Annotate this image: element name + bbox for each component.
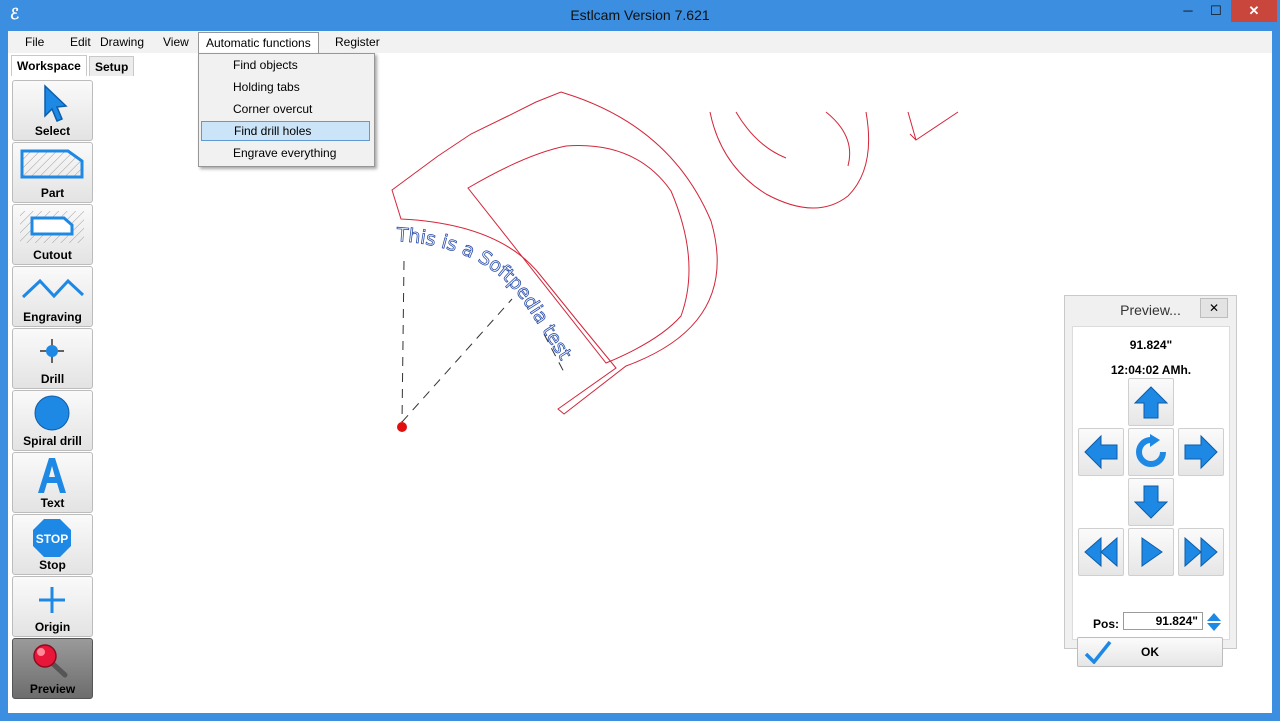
tool-stop-button[interactable]: STOP Stop xyxy=(12,514,93,575)
tool-engraving-button[interactable]: Engraving xyxy=(12,266,93,327)
tool-panel: Select Part Cutout Engraving Drill Spira… xyxy=(8,76,96,713)
menu-register[interactable]: Register xyxy=(328,31,387,53)
preview-distance: 91.824" xyxy=(1129,338,1173,352)
tool-spiral-drill-button[interactable]: Spiral drill xyxy=(12,390,93,451)
text-a-icon xyxy=(38,458,66,493)
engraving-zigzag-icon xyxy=(21,278,84,299)
menu-drawing[interactable]: Drawing xyxy=(93,31,151,53)
window-title: Estlcam Version 7.621 xyxy=(570,7,710,23)
close-button[interactable]: ✕ xyxy=(1231,0,1277,22)
menuitem-find-objects[interactable]: Find objects xyxy=(201,55,370,75)
dashed-guide-vertical xyxy=(401,260,405,423)
part-icon xyxy=(20,149,84,179)
move-down-button[interactable] xyxy=(1128,478,1174,526)
pos-label: Pos: xyxy=(1093,617,1120,631)
letter-fragment-contour xyxy=(907,111,959,141)
play-icon xyxy=(1141,537,1163,567)
letter-e-contour xyxy=(709,111,870,209)
ok-label: OK xyxy=(1141,645,1159,659)
menu-bar: File Edit Drawing View Automatic functio… xyxy=(8,31,1272,54)
play-button[interactable] xyxy=(1128,528,1174,576)
tool-select-button[interactable]: Select xyxy=(12,80,93,141)
tool-preview-button[interactable]: Preview xyxy=(12,638,93,699)
preview-close-button[interactable]: ✕ xyxy=(1200,298,1228,318)
menuitem-corner-overcut[interactable]: Corner overcut xyxy=(201,99,370,119)
minimize-button[interactable]: ─ xyxy=(1174,0,1202,22)
spiral-drill-circle-icon xyxy=(34,395,70,431)
tab-workspace[interactable]: Workspace xyxy=(11,55,87,77)
tool-label: Stop xyxy=(39,558,66,572)
stop-sign-icon: STOP xyxy=(33,519,71,557)
origin-plus-icon xyxy=(39,587,65,613)
tool-text-button[interactable]: Text xyxy=(12,452,93,513)
pos-input[interactable] xyxy=(1123,612,1203,630)
magnifier-icon xyxy=(33,644,68,678)
rewind-button[interactable] xyxy=(1078,528,1124,576)
move-right-button[interactable] xyxy=(1178,428,1224,476)
menuitem-holding-tabs[interactable]: Holding tabs xyxy=(201,77,370,97)
drill-crosshair-icon xyxy=(40,339,64,363)
menuitem-engrave-everything[interactable]: Engrave everything xyxy=(201,143,370,163)
tool-label: Preview xyxy=(29,682,76,696)
maximize-button[interactable]: ☐ xyxy=(1202,0,1230,22)
tool-label: Drill xyxy=(40,372,65,386)
cutout-icon xyxy=(20,211,84,243)
tab-setup[interactable]: Setup xyxy=(89,56,135,78)
ok-button[interactable]: OK xyxy=(1077,637,1223,667)
move-left-button[interactable] xyxy=(1078,428,1124,476)
tool-label: Spiral drill xyxy=(23,434,82,448)
tool-label: Select xyxy=(34,124,71,138)
tool-label: Part xyxy=(40,186,65,200)
arrow-pointer-icon xyxy=(44,84,68,122)
tool-drill-button[interactable]: Drill xyxy=(12,328,93,389)
automatic-functions-dropdown: Find objects Holding tabs Corner overcut… xyxy=(198,53,375,167)
tool-part-button[interactable]: Part xyxy=(12,142,93,203)
tool-label: Cutout xyxy=(33,248,72,262)
fast-forward-button[interactable] xyxy=(1178,528,1224,576)
dashed-guide-diagonal xyxy=(401,298,513,423)
rewind-icon xyxy=(1084,536,1118,568)
preview-panel: Preview... ✕ 91.824" 12:04:02 AMh. Pos: … xyxy=(1064,295,1237,667)
tool-label: Engraving xyxy=(23,310,82,324)
client-area: File Edit Drawing View Automatic functio… xyxy=(8,31,1272,713)
stop-sign-text: STOP xyxy=(36,532,68,546)
title-bar: ℰ Estlcam Version 7.621 ─ ☐ ✕ xyxy=(0,0,1280,31)
fast-forward-icon xyxy=(1184,536,1218,568)
engraved-text: This is a Softpedia test xyxy=(395,224,576,364)
pos-spinner[interactable] xyxy=(1206,612,1222,632)
preview-body: 91.824" 12:04:02 AMh. Pos: 91.824" OK xyxy=(1072,326,1230,667)
drill-point-marker xyxy=(397,422,407,432)
tool-label: Origin xyxy=(34,620,71,634)
arrow-right-icon xyxy=(1184,434,1218,470)
menuitem-find-drill-holes[interactable]: Find drill holes xyxy=(201,121,370,141)
menu-automatic-functions[interactable]: Automatic functions xyxy=(198,32,319,54)
spinner-arrows-icon xyxy=(1207,613,1221,631)
app-window: ℰ Estlcam Version 7.621 ─ ☐ ✕ File Edit … xyxy=(0,0,1280,721)
tool-cutout-button[interactable]: Cutout xyxy=(12,204,93,265)
letter-d-outer-contour xyxy=(391,91,718,415)
move-up-button[interactable] xyxy=(1128,378,1174,426)
letter-d-inner-contour xyxy=(467,145,690,364)
arrow-down-icon xyxy=(1133,485,1169,519)
tool-origin-button[interactable]: Origin xyxy=(12,576,93,637)
arrow-up-icon xyxy=(1133,386,1169,419)
tool-label: Text xyxy=(40,496,65,510)
rotate-icon xyxy=(1136,434,1166,467)
preview-time: 12:04:02 AMh. xyxy=(1110,363,1192,377)
arrow-left-icon xyxy=(1084,434,1118,470)
rotate-button[interactable] xyxy=(1128,428,1174,476)
menu-file[interactable]: File xyxy=(18,31,51,53)
menu-view[interactable]: View xyxy=(156,31,196,53)
